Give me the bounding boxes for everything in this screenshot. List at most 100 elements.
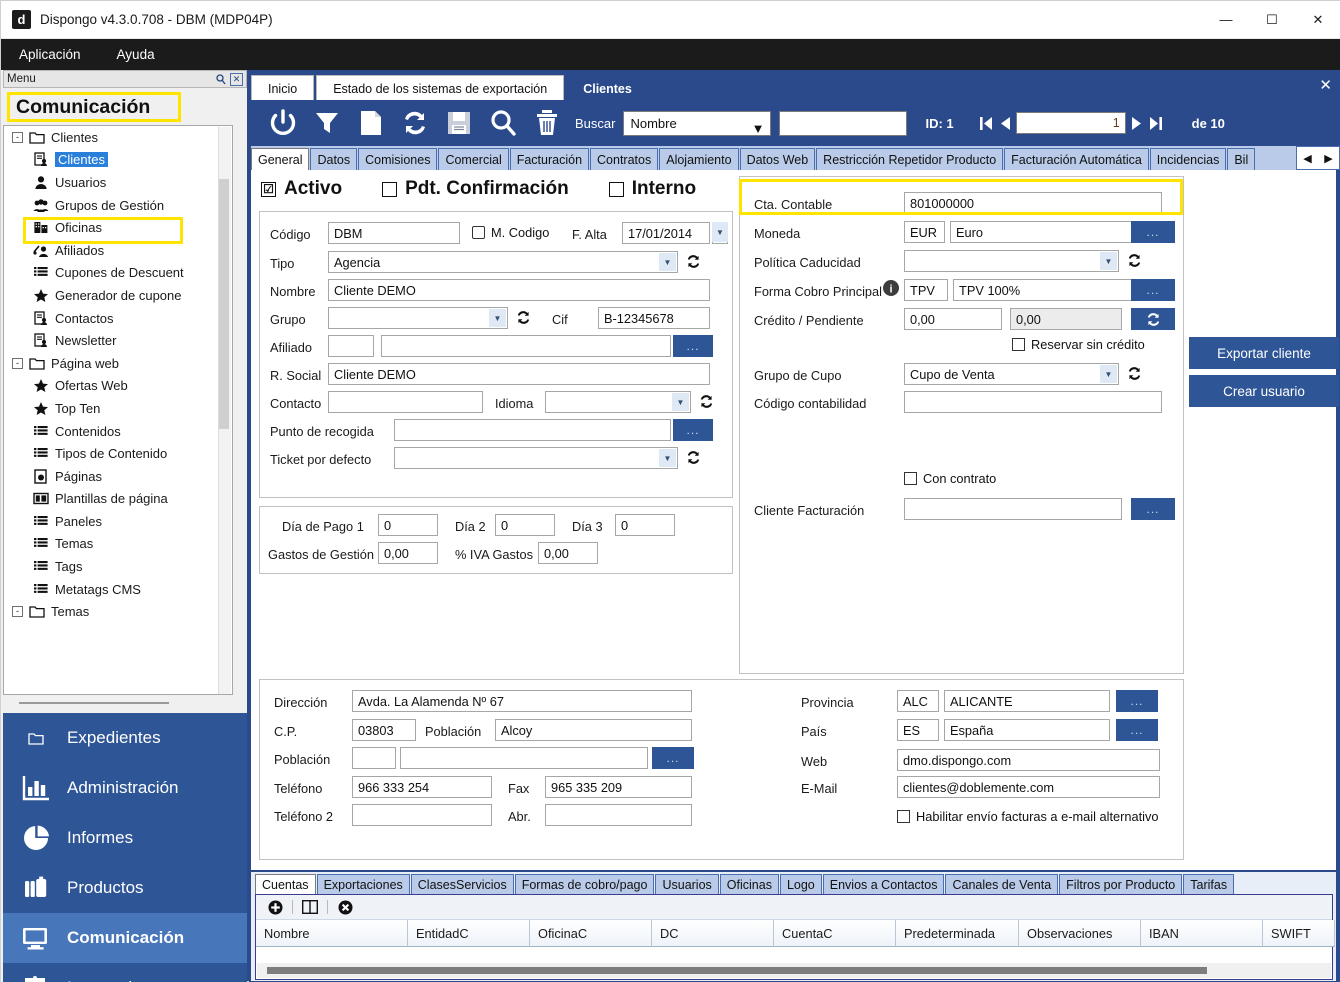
tree-item-clientes[interactable]: Clientes xyxy=(4,149,232,172)
grid-column-header-swift[interactable]: SWIFT xyxy=(1263,920,1335,947)
input-iva-gastos[interactable]: 0,00 xyxy=(538,542,598,564)
select-grupo-cupo[interactable]: Cupo de Venta ▼ xyxy=(904,363,1119,385)
tree-item-generador-de-cupone[interactable]: Generador de cupone xyxy=(4,284,232,307)
input-nombre[interactable]: Cliente DEMO xyxy=(328,279,710,301)
nav-item-informes[interactable]: Informes xyxy=(3,813,247,863)
close-icon[interactable]: ✕ xyxy=(1295,1,1340,39)
bottom-tab-logo[interactable]: Logo xyxy=(779,874,822,895)
input-moneda-code[interactable]: EUR xyxy=(904,221,945,243)
input-provincia-name[interactable]: ALICANTE xyxy=(944,690,1110,712)
form-tab-incidencias[interactable]: Incidencias xyxy=(1149,148,1227,170)
form-tab-comercial[interactable]: Comercial xyxy=(438,148,509,170)
bottom-tab-exportaciones[interactable]: Exportaciones xyxy=(316,874,410,895)
input-cp[interactable]: 03803 xyxy=(352,719,416,741)
checkbox-m-codigo-box[interactable] xyxy=(472,226,485,239)
chevron-down-icon[interactable]: ▼ xyxy=(1100,365,1117,383)
chevron-down-icon[interactable]: ▼ xyxy=(659,449,676,467)
select-grupo[interactable]: ▼ xyxy=(328,307,508,329)
filter-icon[interactable] xyxy=(305,102,349,144)
tree-item-temas[interactable]: Temas xyxy=(4,533,232,556)
forma-cobro-browse-button[interactable]: ... xyxy=(1131,279,1175,301)
grid-column-header-oficinac[interactable]: OficinaC xyxy=(530,920,652,947)
tree-expander-icon[interactable]: - xyxy=(12,357,23,369)
minimize-icon[interactable]: — xyxy=(1203,1,1249,39)
tab-scroll-right-icon[interactable]: ▶ xyxy=(1324,152,1332,165)
checkbox-con-contrato-box[interactable] xyxy=(904,472,917,485)
input-codigo[interactable]: DBM xyxy=(328,222,460,244)
form-tab-datos-web[interactable]: Datos Web xyxy=(739,148,816,170)
grid-column-header-predeterminada[interactable]: Predeterminada xyxy=(896,920,1019,947)
tree-item-tags[interactable]: Tags xyxy=(4,555,232,578)
form-tab-facturaci-n[interactable]: Facturación xyxy=(509,148,590,170)
input-cta-contable[interactable]: 801000000 xyxy=(904,192,1162,214)
f-alta-dropdown-button[interactable]: ▼ xyxy=(712,222,728,244)
refresh-tipo-icon[interactable] xyxy=(684,252,702,270)
tree-item-p-ginas[interactable]: Páginas xyxy=(4,465,232,488)
checkbox-reservar-sin-credito-box[interactable] xyxy=(1012,338,1025,351)
tree-item-clientes[interactable]: - Clientes xyxy=(4,126,232,149)
columns-icon[interactable] xyxy=(299,897,321,917)
power-icon[interactable] xyxy=(261,102,305,144)
tree-item-metatags-cms[interactable]: Metatags CMS xyxy=(4,578,232,601)
poblacion-browse-button[interactable]: ... xyxy=(652,747,694,769)
bottom-tab-clasesservicios[interactable]: ClasesServicios xyxy=(410,874,514,895)
input-poblacion-codigo[interactable] xyxy=(352,747,396,769)
doc-tab-clientes[interactable]: Clientes xyxy=(566,75,649,101)
input-cif[interactable]: B-12345678 xyxy=(598,307,710,329)
maximize-icon[interactable]: ☐ xyxy=(1249,1,1295,39)
input-pais-code[interactable]: ES xyxy=(897,719,939,741)
tree-item-newsletter[interactable]: Newsletter xyxy=(4,329,232,352)
select-ticket-defecto[interactable]: ▼ xyxy=(394,447,678,469)
input-poblacion-nombre[interactable] xyxy=(400,747,648,769)
checkbox-pdt-confirmacion-box[interactable] xyxy=(382,181,398,197)
search-icon[interactable] xyxy=(481,102,525,144)
bottom-tab-formas-de-cobro-pago[interactable]: Formas de cobro/pago xyxy=(514,874,655,895)
tab-scroll-left-icon[interactable]: ◀ xyxy=(1303,152,1311,165)
input-direccion[interactable]: Avda. La Alamenda Nº 67 xyxy=(352,690,692,712)
tree-item-tipos-de-contenido[interactable]: Tipos de Contenido xyxy=(4,442,232,465)
nav-item-productos[interactable]: Productos xyxy=(3,863,247,913)
checkbox-activo[interactable]: ☑ Activo xyxy=(261,178,342,200)
provincia-browse-button[interactable]: ... xyxy=(1116,690,1158,712)
tree-item-ofertas-web[interactable]: Ofertas Web xyxy=(4,375,232,398)
input-gastos-gestion[interactable]: 0,00 xyxy=(378,542,438,564)
close-panel-icon[interactable]: ✕ xyxy=(230,72,243,86)
last-record-icon[interactable] xyxy=(1146,115,1166,132)
input-email[interactable]: clientes@doblemente.com xyxy=(897,776,1160,798)
form-tab-strip[interactable]: General Datos Comisiones Comercial Facturaci… xyxy=(251,146,1336,170)
tab-strip-scroll-buttons[interactable]: ◀ ▶ xyxy=(1296,146,1340,170)
refresh-grupo-icon[interactable] xyxy=(514,308,532,326)
checkbox-reservar-sin-credito[interactable]: Reservar sin crédito xyxy=(1012,337,1145,352)
bottom-tab-canales-de-venta[interactable]: Canales de Venta xyxy=(945,874,1059,895)
checkbox-m-codigo[interactable]: M. Codigo xyxy=(472,225,549,240)
module-nav-list[interactable]: Expedientes Administración Informes Product… xyxy=(3,713,247,982)
tree-item-grupos-de-gesti-n[interactable]: Grupos de Gestión xyxy=(4,194,232,217)
tree-item-plantillas-de-p-gina[interactable]: Plantillas de página xyxy=(4,488,232,511)
input-provincia-code[interactable]: ALC xyxy=(897,690,939,712)
chevron-down-icon[interactable]: ▼ xyxy=(672,393,689,411)
input-punto-recogida[interactable] xyxy=(394,419,671,441)
doc-tab-estado-exportacion[interactable]: Estado de los sistemas de exportación xyxy=(316,75,565,101)
input-cliente-facturacion[interactable] xyxy=(904,498,1122,520)
tree-item-paneles[interactable]: Paneles xyxy=(4,510,232,533)
refresh-politica-icon[interactable] xyxy=(1125,251,1143,269)
refresh-credito-button[interactable] xyxy=(1131,308,1175,330)
input-codigo-contabilidad[interactable] xyxy=(904,391,1162,413)
bottom-tab-filtros-por-producto[interactable]: Filtros por Producto xyxy=(1059,874,1183,895)
chevron-down-icon[interactable]: ▼ xyxy=(1100,252,1117,270)
bottom-tab-envios-a-contactos[interactable]: Envios a Contactos xyxy=(822,874,945,895)
grid-column-header-observaciones[interactable]: Observaciones xyxy=(1019,920,1141,947)
form-tab-facturaci-n-autom-tica[interactable]: Facturación Automática xyxy=(1004,148,1149,170)
form-tab-alojamiento[interactable]: Alojamiento xyxy=(659,148,739,170)
nav-item-administraci-n[interactable]: Administración xyxy=(3,763,247,813)
form-tab-general[interactable]: General xyxy=(251,148,310,170)
grid-column-header-nombre[interactable]: Nombre xyxy=(256,920,408,947)
input-telefono[interactable]: 966 333 254 xyxy=(352,776,492,798)
tree-item-usuarios[interactable]: Usuarios xyxy=(4,171,232,194)
input-forma-cobro-code[interactable]: TPV xyxy=(904,279,948,301)
select-tipo[interactable]: Agencia ▼ xyxy=(328,251,678,273)
navigation-tree[interactable]: - Clientes Clientes Usuarios Grupos de Gesti… xyxy=(3,125,233,695)
refresh-grupo-cupo-icon[interactable] xyxy=(1125,364,1143,382)
pin-icon[interactable] xyxy=(214,73,227,86)
input-telefono-2[interactable] xyxy=(352,804,492,826)
